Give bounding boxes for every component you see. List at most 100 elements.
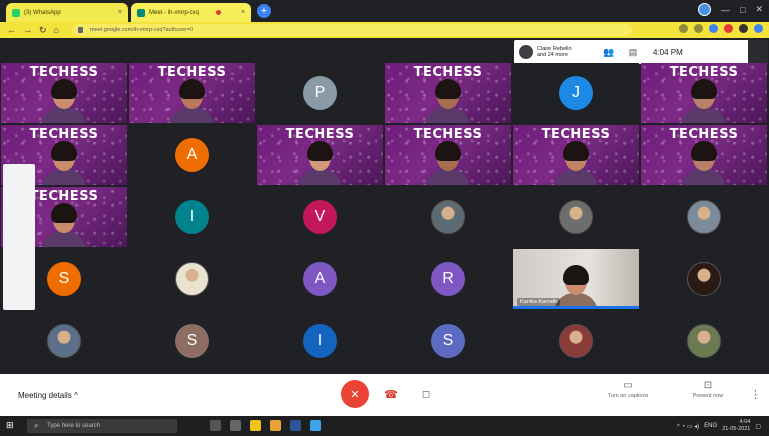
taskbar-search-input[interactable]: ⌕ Type here to search	[27, 419, 177, 433]
meeting-details-button[interactable]: Meeting details ^	[18, 391, 78, 400]
puzzle-icon[interactable]	[739, 24, 748, 33]
participant-avatar: R	[431, 262, 465, 296]
participant-tile[interactable]: TECHESS	[513, 125, 639, 185]
star-icon[interactable]	[694, 24, 703, 33]
participant-tile[interactable]: TECHESS	[385, 125, 511, 185]
participant-photo-avatar	[431, 200, 465, 234]
participant-video	[682, 77, 726, 123]
windows-start-icon[interactable]: ⊞	[6, 420, 17, 431]
back-button[interactable]: ←	[7, 25, 16, 35]
tray-icons[interactable]: ^ ◔ ▭ ◂)	[677, 423, 699, 430]
participant-avatar: A	[303, 262, 337, 296]
present-now-button[interactable]: ⊡ Present now	[678, 380, 738, 399]
reload-button[interactable]: ↻	[39, 25, 47, 36]
screen: (3) WhatsApp × Meet - ih-xmrp-cxq × + — …	[0, 0, 769, 436]
tab-close-icon[interactable]: ×	[241, 9, 245, 16]
captions-button[interactable]: ▭ Turn on captions	[598, 380, 658, 399]
participant-tile[interactable]: J	[513, 63, 639, 123]
minimize-button[interactable]: —	[721, 5, 730, 15]
participant-tile[interactable]: Kanika Kamath	[513, 249, 639, 309]
tab-meet[interactable]: Meet - ih-xmrp-cxq ×	[131, 3, 251, 22]
tab-whatsapp[interactable]: (3) WhatsApp ×	[6, 3, 128, 22]
task-view-icon[interactable]	[210, 420, 221, 431]
participant-tile[interactable]: TECHESS	[641, 63, 767, 123]
home-button[interactable]: ⌂	[54, 25, 59, 35]
widgets-icon[interactable]	[230, 420, 241, 431]
tab-close-icon[interactable]: ×	[118, 9, 122, 16]
participant-tile[interactable]: I	[257, 311, 383, 371]
participant-photo-avatar	[559, 324, 593, 358]
participant-video	[426, 139, 470, 185]
chrome-icon[interactable]	[270, 420, 281, 431]
lock-icon	[78, 27, 83, 33]
clock[interactable]: 4:04 21-05-2021	[722, 419, 750, 433]
tab-label: (3) WhatsApp	[24, 9, 61, 16]
leave-call-button[interactable]: ☎	[381, 384, 401, 404]
camera-button[interactable]: ◻	[416, 384, 436, 404]
participant-tile[interactable]	[641, 187, 767, 247]
profile-icon[interactable]	[754, 24, 763, 33]
participant-tile[interactable]: S	[385, 311, 511, 371]
participant-tile[interactable]: TECHESS	[1, 63, 127, 123]
participant-tile[interactable]: I	[129, 187, 255, 247]
participant-tile[interactable]: S	[129, 311, 255, 371]
present-icon: ⊡	[703, 380, 713, 391]
camera-icon: ◻	[421, 388, 431, 400]
search-icon: ⌕	[34, 421, 39, 430]
participant-tile[interactable]	[641, 249, 767, 309]
tab-label: Meet - ih-xmrp-cxq	[149, 9, 200, 16]
system-tray: ^ ◔ ▭ ◂) ENG 4:04 21-05-2021 ▢	[677, 419, 761, 433]
avatar	[519, 45, 533, 59]
whatsapp-icon	[12, 8, 20, 17]
participant-tile[interactable]	[641, 311, 767, 371]
participant-tile[interactable]: A	[257, 249, 383, 309]
participant-tile[interactable]: TECHESS	[257, 125, 383, 185]
forward-button[interactable]: →	[23, 25, 32, 35]
participant-tile[interactable]: R	[385, 249, 511, 309]
extension-icon[interactable]	[724, 24, 733, 33]
new-tab-button[interactable]: +	[257, 4, 271, 18]
captions-label: Turn on captions	[607, 393, 649, 399]
others-label: and 24 more	[537, 52, 568, 58]
participant-tile[interactable]: TECHESS	[385, 63, 511, 123]
participant-tile[interactable]: TECHESS	[641, 125, 767, 185]
word-icon[interactable]	[290, 420, 301, 431]
extension-icons	[679, 24, 763, 33]
participant-tile[interactable]	[1, 311, 127, 371]
address-bar: ← → ↻ ⌂ meet.google.com/ih-xmrp-cxq?auth…	[0, 22, 769, 38]
participant-photo-avatar	[559, 200, 593, 234]
camera-permission-icon[interactable]	[679, 24, 688, 33]
presenter-names: Claire Rebello and 24 more	[537, 46, 572, 58]
people-icon[interactable]: 👥	[597, 47, 621, 58]
participant-tile[interactable]	[513, 187, 639, 247]
participant-tile[interactable]	[385, 187, 511, 247]
participant-tile[interactable]: P	[257, 63, 383, 123]
presenter-chip[interactable]: Claire Rebello and 24 more	[519, 45, 597, 59]
app-icon[interactable]	[310, 420, 321, 431]
participant-name: Kanika Kamath	[517, 298, 561, 306]
microphone-button[interactable]: ✕	[341, 380, 369, 408]
url-field[interactable]: meet.google.com/ih-xmrp-cxq?authuser=0	[72, 24, 632, 36]
more-options-button[interactable]: ⋮	[750, 388, 761, 401]
captions-icon: ▭	[623, 380, 633, 391]
profile-icon[interactable]	[698, 3, 712, 16]
participant-video	[42, 139, 86, 185]
chat-icon[interactable]: ▤	[621, 47, 645, 58]
close-window-button[interactable]: ✕	[755, 4, 763, 15]
self-view-thumbnail[interactable]	[748, 40, 768, 64]
participant-tile[interactable]	[513, 311, 639, 371]
participant-tile[interactable]: A	[129, 125, 255, 185]
participant-photo-avatar	[687, 324, 721, 358]
meet-icon	[137, 8, 145, 17]
taskbar-time: 4:04	[739, 419, 751, 425]
participant-tile[interactable]: V	[257, 187, 383, 247]
extension-icon[interactable]	[709, 24, 718, 33]
side-panel-card[interactable]	[3, 164, 35, 310]
maximize-button[interactable]: □	[740, 5, 745, 15]
participant-video	[554, 139, 598, 185]
file-explorer-icon[interactable]	[250, 420, 261, 431]
notification-icon[interactable]: ▢	[755, 423, 761, 430]
participant-tile[interactable]: TECHESS	[129, 63, 255, 123]
language-indicator[interactable]: ENG	[704, 423, 717, 429]
participant-tile[interactable]	[129, 249, 255, 309]
